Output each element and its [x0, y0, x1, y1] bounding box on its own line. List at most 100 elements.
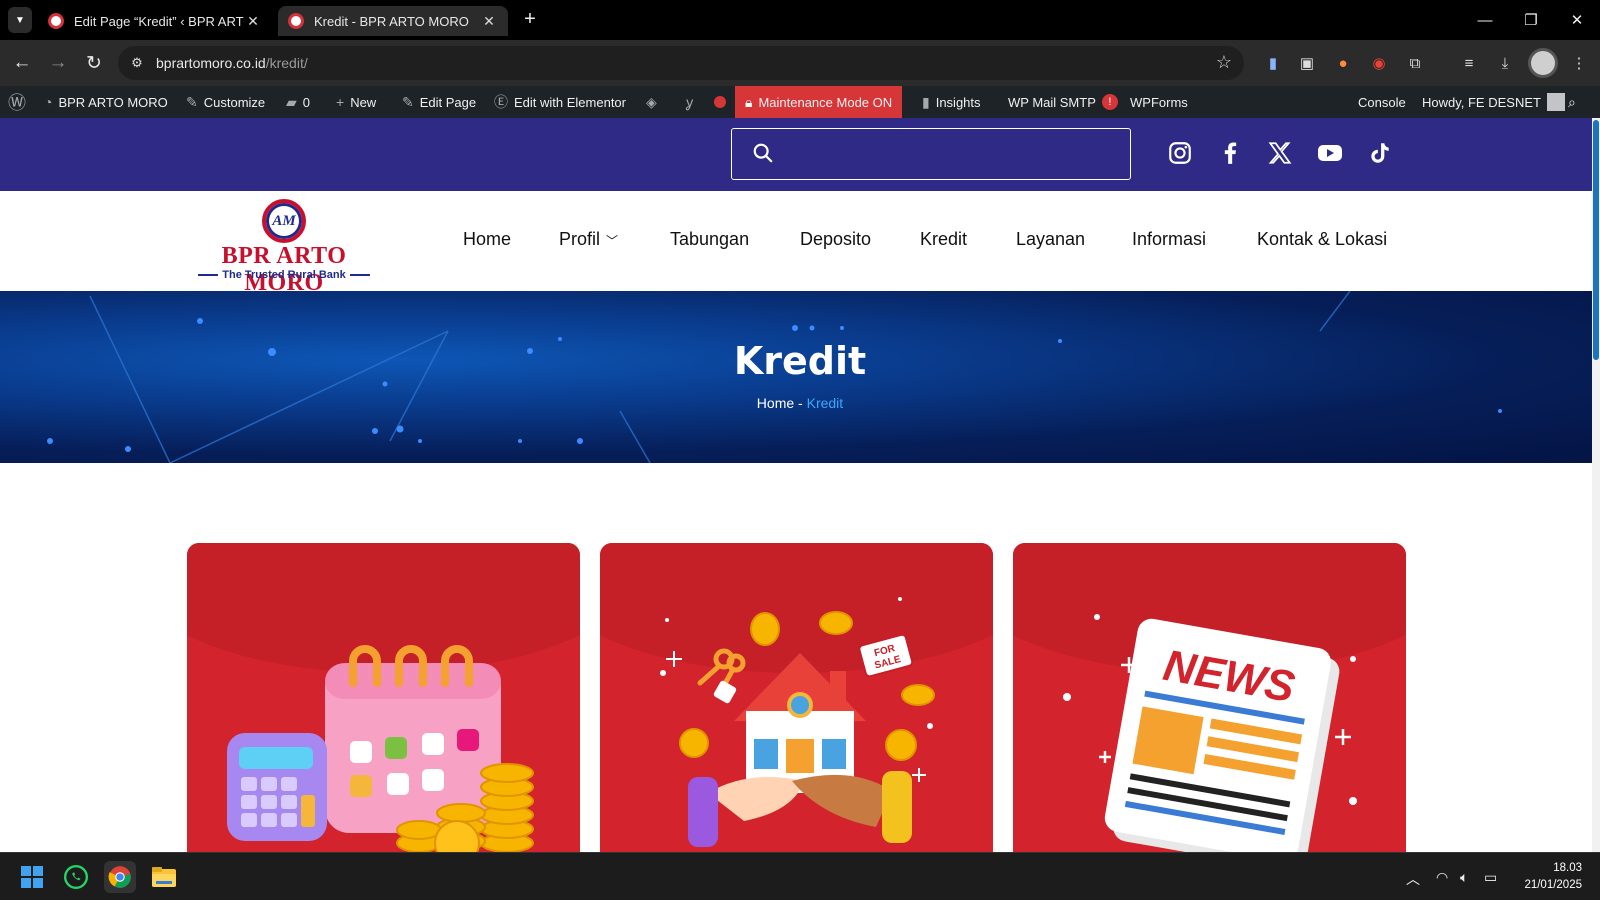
dashboard-icon: ◔ [44, 94, 53, 110]
windows-start-icon[interactable] [16, 861, 48, 893]
main-navigation: AM BPR ARTO MORO The Trusted Rural Bank … [0, 191, 1600, 296]
volume-icon[interactable]: 🔈︎ [1460, 869, 1468, 886]
yoast-icon[interactable]: ỿ [686, 86, 693, 118]
extension-docs-icon[interactable]: ▮ [1262, 52, 1284, 74]
system-clock[interactable]: 18.03 21/01/2025 [1524, 860, 1582, 894]
house-handshake-icon: FOR SALE [600, 543, 993, 847]
wifi-icon[interactable]: ◠ [1436, 869, 1448, 886]
browser-toolbar: ← → ↻ ⚙ bprartomoro.co.id/kredit/ ☆ ▮ ▣ … [0, 40, 1600, 86]
tab-edit-page[interactable]: Edit Page “Kredit” ‹ BPR ARTO MORO ✕ [38, 6, 272, 36]
wp-comments[interactable]: ▰ 0 [286, 86, 310, 118]
youtube-icon[interactable] [1316, 138, 1344, 168]
plus-icon: + [336, 94, 345, 110]
restore-button[interactable]: ❐ [1508, 0, 1554, 40]
breadcrumb: Home - Kredit [0, 395, 1600, 411]
close-tab-icon[interactable]: ✕ [480, 13, 498, 30]
search-input[interactable] [788, 139, 1118, 169]
wp-howdy[interactable]: Howdy, FE DESNET [1422, 86, 1565, 118]
wp-new[interactable]: + New [336, 86, 376, 118]
nav-home[interactable]: Home [463, 229, 511, 250]
download-icon[interactable]: ⤓ [1494, 52, 1516, 74]
breadcrumb-current: Kredit [806, 395, 844, 411]
extension-flame-icon[interactable]: ● [1332, 52, 1354, 74]
page-hero-banner: Kredit Home - Kredit [0, 291, 1600, 463]
site-top-bar [0, 118, 1600, 191]
newspaper-icon: NEWS [1013, 543, 1406, 857]
page-scrollbar-thumb[interactable] [1593, 120, 1599, 360]
wp-admin-bar: Ⓦ ◔ BPR ARTO MORO ✎ Customize ▰ 0 + New ✎ Edi… [0, 86, 1600, 118]
url-text: bprartomoro.co.id/kredit/ [156, 55, 308, 71]
breadcrumb-home[interactable]: Home [757, 395, 794, 411]
calculator-calendar-coins-icon [187, 543, 580, 857]
wp-maintenance-mode[interactable]: 🔒︎ Maintenance Mode ON [735, 86, 903, 118]
bar-chart-icon: ▮ [922, 93, 930, 110]
elementor-icon: Ⓔ [494, 94, 508, 110]
clock-date: 21/01/2025 [1524, 879, 1582, 891]
clock-time: 18.03 [1553, 862, 1582, 874]
wp-search-icon[interactable]: ⌕ [1568, 86, 1576, 118]
nav-layanan[interactable]: Layanan [1016, 229, 1085, 250]
wordpress-logo-icon[interactable]: Ⓦ [8, 86, 26, 118]
wp-console[interactable]: Console [1358, 86, 1406, 118]
forward-icon[interactable]: → [44, 49, 72, 77]
pencil-icon: ✎ [402, 93, 414, 110]
credit-card-item[interactable]: FOR SALE [600, 543, 993, 857]
site-favicon-icon [288, 13, 304, 29]
site-info-icon[interactable]: ⚙ [126, 52, 148, 74]
nav-tabungan[interactable]: Tabungan [670, 229, 749, 250]
x-twitter-icon[interactable] [1266, 138, 1294, 168]
logo-emblem-icon: AM [262, 199, 306, 243]
facebook-icon[interactable] [1216, 138, 1244, 168]
instagram-icon[interactable] [1166, 138, 1194, 168]
tab-kredit[interactable]: Kredit - BPR ARTO MORO ✕ [278, 6, 508, 36]
page-title: Kredit [733, 339, 867, 383]
user-avatar [1546, 93, 1565, 111]
tab-search-button[interactable]: ▼ [8, 7, 32, 33]
nav-profil[interactable]: Profil ﹀ [559, 229, 618, 250]
status-dot-icon[interactable] [714, 86, 726, 118]
wp-edit-elementor[interactable]: Ⓔ Edit with Elementor [494, 86, 626, 118]
new-tab-button[interactable]: + [518, 8, 542, 32]
nav-kredit[interactable]: Kredit [920, 229, 967, 250]
tab-title: Edit Page “Kredit” ‹ BPR ARTO MORO [74, 13, 244, 29]
wp-diamond-icon[interactable]: ◈ [646, 86, 657, 118]
browser-menu-icon[interactable]: ⋮ [1568, 52, 1590, 74]
chevron-down-icon: ﹀ [606, 233, 619, 248]
reload-icon[interactable]: ↻ [80, 49, 108, 77]
nav-informasi[interactable]: Informasi [1132, 229, 1206, 250]
whatsapp-icon[interactable] [60, 861, 92, 893]
battery-icon[interactable]: ▭ [1484, 869, 1497, 886]
extension-color-icon[interactable]: ◉ [1368, 52, 1390, 74]
close-window-button[interactable]: ✕ [1554, 0, 1600, 40]
wp-insights[interactable]: ▮ Insights [922, 86, 981, 118]
extensions-puzzle-icon[interactable]: ⧉ [1404, 52, 1426, 74]
wp-customize[interactable]: ✎ Customize [186, 86, 265, 118]
extension-window-icon[interactable]: ▣ [1296, 52, 1318, 74]
tab-title: Kredit - BPR ARTO MORO [314, 13, 469, 29]
chrome-icon[interactable] [104, 861, 136, 893]
profile-avatar[interactable] [1528, 48, 1558, 78]
wp-edit-page[interactable]: ✎ Edit Page [402, 86, 476, 118]
nav-kontak-lokasi[interactable]: Kontak & Lokasi [1257, 229, 1387, 250]
news-card-item[interactable]: NEWS [1013, 543, 1406, 857]
file-explorer-icon[interactable] [148, 861, 180, 893]
close-tab-icon[interactable]: ✕ [244, 13, 262, 30]
search-icon [753, 143, 773, 163]
show-hidden-icons[interactable]: ︿ [1406, 869, 1420, 889]
back-icon[interactable]: ← [8, 49, 36, 77]
bookmark-star-icon[interactable]: ☆ [1216, 52, 1232, 73]
wp-mail-smtp[interactable]: WP Mail SMTP! [1008, 86, 1118, 118]
breadcrumb-separator: - [798, 395, 803, 411]
media-control-icon[interactable]: ≡ [1458, 52, 1480, 74]
nav-deposito[interactable]: Deposito [800, 229, 871, 250]
credit-card-item[interactable] [187, 543, 580, 857]
tiktok-icon[interactable] [1366, 138, 1394, 168]
site-logo[interactable]: AM BPR ARTO MORO The Trusted Rural Bank [184, 199, 384, 296]
minimize-button[interactable]: — [1462, 0, 1508, 40]
address-bar[interactable]: ⚙ bprartomoro.co.id/kredit/ ☆ [118, 46, 1244, 80]
site-favicon-icon [48, 13, 64, 29]
alert-badge: ! [1101, 94, 1118, 110]
wp-site-name[interactable]: ◔ BPR ARTO MORO [44, 86, 168, 118]
wp-wpforms[interactable]: WPForms [1130, 86, 1188, 118]
site-search[interactable] [731, 128, 1131, 180]
